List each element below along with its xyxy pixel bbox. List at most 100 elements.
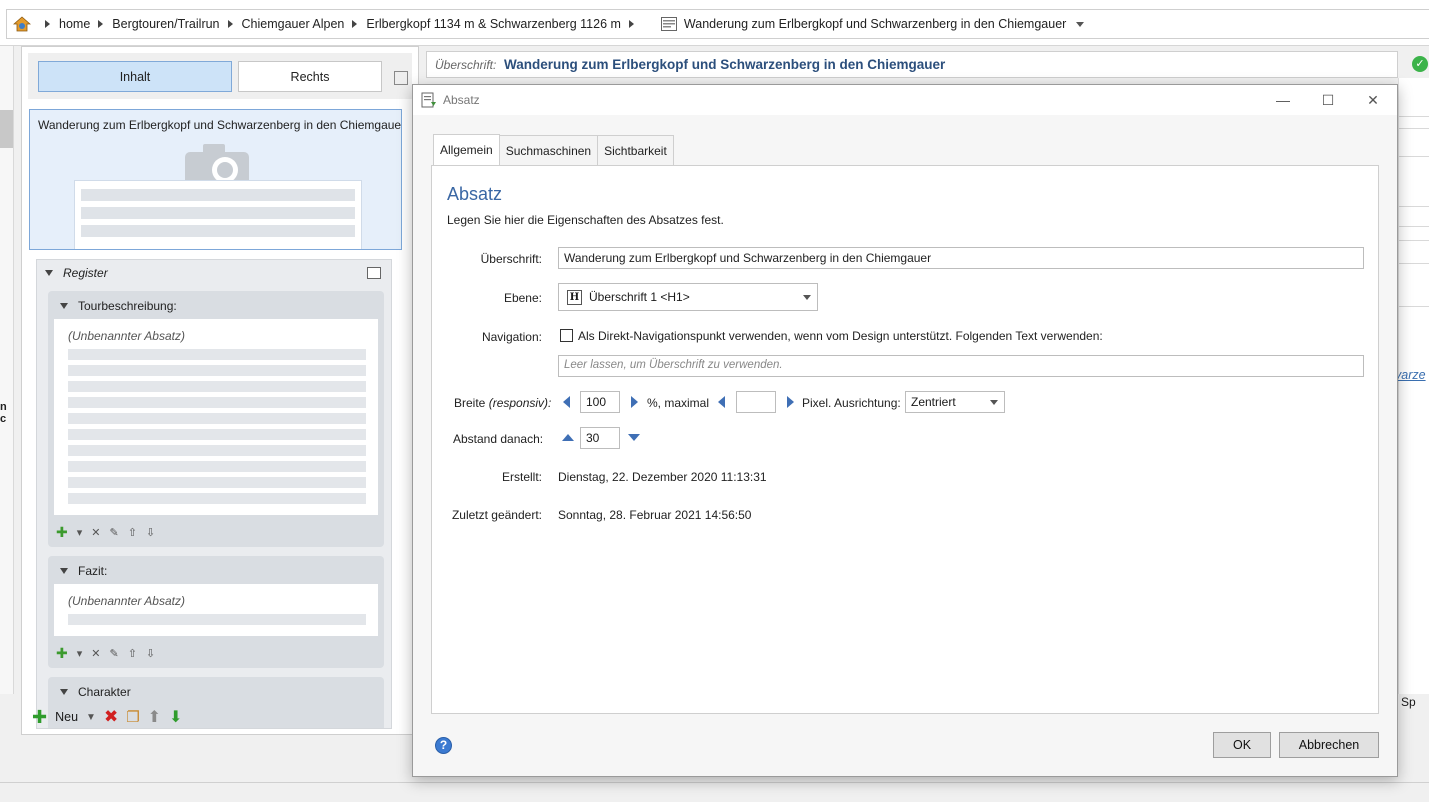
chevron-down-icon[interactable]: ▾ xyxy=(77,647,83,660)
ausrichtung-select[interactable]: Zentriert xyxy=(905,391,1005,413)
tab-allgemein[interactable]: Allgemein xyxy=(433,134,500,165)
collapse-icon[interactable] xyxy=(60,568,68,574)
collapse-icon[interactable] xyxy=(60,303,68,309)
dialog-titlebar[interactable]: Absatz — ☐ ✕ xyxy=(413,85,1397,115)
absatz-dialog: Absatz — ☐ ✕ Allgemein Suchmaschinen Sic… xyxy=(412,84,1398,777)
decrease-icon[interactable] xyxy=(628,434,640,441)
decrease-icon[interactable] xyxy=(718,396,725,408)
dialog-tabs: Allgemein Suchmaschinen Sichtbarkeit xyxy=(433,134,674,165)
add-icon[interactable]: ✚ xyxy=(56,524,68,541)
chevron-down-icon[interactable]: ▾ xyxy=(77,526,83,539)
abstand-input[interactable]: 30 xyxy=(580,427,620,449)
tab-suchmaschinen[interactable]: Suchmaschinen xyxy=(498,135,599,165)
background-language-fragment[interactable]: Sp xyxy=(1401,695,1416,709)
ueberschrift-input[interactable]: Wanderung zum Erlbergkopf und Schwarzenb… xyxy=(558,247,1364,269)
section-title: Tourbeschreibung: xyxy=(78,299,177,313)
background-right-edge: varze Sp xyxy=(1395,78,1429,709)
edit-icon[interactable]: ✎ xyxy=(109,647,118,660)
navigation-text-input[interactable]: Leer lassen, um Überschrift zu verwenden… xyxy=(558,355,1364,377)
breadcrumb-item-erlbergkopf[interactable]: Erlbergkopf 1134 m & Schwarzenberg 1126 … xyxy=(366,17,621,31)
breadcrumb-item-bergtouren[interactable]: Bergtouren/Trailrun xyxy=(112,17,219,31)
background-link-fragment[interactable]: varze xyxy=(1395,368,1426,382)
chevron-down-icon[interactable] xyxy=(1076,21,1085,27)
cancel-button[interactable]: Abbrechen xyxy=(1279,732,1379,758)
collapse-icon[interactable] xyxy=(60,689,68,695)
edit-icon[interactable]: ✎ xyxy=(109,526,118,539)
check-icon: ✓ xyxy=(1412,56,1428,72)
section-title: Charakter xyxy=(78,685,131,699)
breite-input[interactable]: 100 xyxy=(580,391,620,413)
chevron-down-icon[interactable]: ▼ xyxy=(86,712,96,723)
breite-label: Breite (responsiv): xyxy=(454,396,551,410)
tab-inhalt[interactable]: Inhalt xyxy=(38,61,232,92)
paragraph-preview-card[interactable]: Wanderung zum Erlbergkopf und Schwarzenb… xyxy=(29,109,402,250)
add-icon[interactable]: ✚ xyxy=(32,708,47,726)
ebene-label: Ebene: xyxy=(503,291,542,305)
move-down-icon[interactable]: ⇩ xyxy=(146,526,155,539)
section-header[interactable]: Charakter xyxy=(60,685,131,699)
page-icon xyxy=(660,17,677,31)
section-header[interactable]: Fazit: xyxy=(60,564,107,578)
section-body[interactable]: (Unbenannter Absatz) xyxy=(54,584,378,636)
background-heading-value[interactable]: Wanderung zum Erlbergkopf und Schwarzenb… xyxy=(504,57,945,72)
paragraph-icon xyxy=(421,92,436,108)
navigation-label: Navigation: xyxy=(481,330,542,344)
preview-text-placeholder xyxy=(74,180,362,249)
move-down-icon[interactable]: ⬇ xyxy=(169,707,182,727)
move-up-icon[interactable]: ⇧ xyxy=(128,526,137,539)
collapse-icon[interactable] xyxy=(45,270,53,276)
register-panel: Register Tourbeschreibung: (Unbenannter … xyxy=(36,259,392,729)
section-fazit: Fazit: (Unbenannter Absatz) ✚ ▾ ✕ ✎ ⇧ ⇩ xyxy=(48,556,384,668)
ok-button[interactable]: OK xyxy=(1213,732,1271,758)
minimize-icon[interactable]: — xyxy=(1273,91,1293,109)
editor-panel: Inhalt Rechts Wanderung zum Erlbergkopf … xyxy=(21,46,419,735)
section-body[interactable]: (Unbenannter Absatz) xyxy=(54,319,378,515)
delete-icon[interactable]: ✖ xyxy=(104,707,118,727)
delete-icon[interactable]: ✕ xyxy=(91,647,100,660)
move-up-icon[interactable]: ⬆ xyxy=(148,707,161,727)
dialog-content: Absatz Legen Sie hier die Eigenschaften … xyxy=(431,165,1379,714)
breadcrumb-item-chiemgauer-alpen[interactable]: Chiemgauer Alpen xyxy=(242,17,345,31)
move-up-icon[interactable]: ⇧ xyxy=(128,647,137,660)
breite-label-italic: (responsiv): xyxy=(488,396,552,410)
increase-icon[interactable] xyxy=(787,396,794,408)
chevron-down-icon xyxy=(990,400,998,405)
section-header[interactable]: Tourbeschreibung: xyxy=(60,299,177,313)
max-pixel-input[interactable] xyxy=(736,391,776,413)
tab-sichtbarkeit[interactable]: Sichtbarkeit xyxy=(597,135,674,165)
register-page-icon[interactable] xyxy=(367,267,381,279)
content-tabstrip: Inhalt Rechts xyxy=(28,53,412,99)
tab-rechts[interactable]: Rechts xyxy=(238,61,382,92)
breadcrumb-item-home[interactable]: home xyxy=(59,17,90,31)
increase-icon[interactable] xyxy=(562,434,574,441)
close-icon[interactable]: ✕ xyxy=(1363,91,1383,109)
increase-icon[interactable] xyxy=(631,396,638,408)
copy-icon[interactable]: ❐ xyxy=(126,708,139,726)
ausrichtung-value: Zentriert xyxy=(911,395,956,409)
breadcrumb-separator-icon xyxy=(628,20,634,28)
ebene-select[interactable]: H Überschrift 1 <H1> xyxy=(558,283,818,311)
maximize-icon[interactable]: ☐ xyxy=(1318,91,1338,109)
help-icon[interactable]: ? xyxy=(435,737,452,754)
register-header[interactable]: Register xyxy=(45,266,108,280)
background-heading-row: Überschrift: Wanderung zum Erlbergkopf u… xyxy=(426,51,1398,78)
move-down-icon[interactable]: ⇩ xyxy=(146,647,155,660)
navigation-checkbox-label[interactable]: Als Direkt-Navigationspunkt verwenden, w… xyxy=(578,329,1103,343)
panel-toolbar: ✚ Neu ▼ ✖ ❐ ⬆ ⬇ xyxy=(32,707,182,727)
add-icon[interactable]: ✚ xyxy=(56,645,68,662)
breite-label-text: Breite xyxy=(454,396,486,410)
navigation-checkbox[interactable] xyxy=(560,329,573,342)
section-heading: Absatz xyxy=(447,184,503,204)
register-label: Register xyxy=(63,266,108,280)
decrease-icon[interactable] xyxy=(563,396,570,408)
section-tourbeschreibung: Tourbeschreibung: (Unbenannter Absatz) ✚… xyxy=(48,291,384,547)
heading-icon: H xyxy=(567,289,582,305)
layout-icon[interactable] xyxy=(394,71,408,85)
breadcrumb-current-page[interactable]: Wanderung zum Erlbergkopf und Schwarzenb… xyxy=(684,17,1066,31)
delete-icon[interactable]: ✕ xyxy=(91,526,100,539)
home-icon[interactable] xyxy=(13,16,31,32)
breadcrumb-separator-icon xyxy=(352,20,358,28)
new-button[interactable]: Neu xyxy=(55,710,78,724)
chevron-down-icon xyxy=(803,295,811,300)
left-strip-selection[interactable] xyxy=(0,110,13,148)
